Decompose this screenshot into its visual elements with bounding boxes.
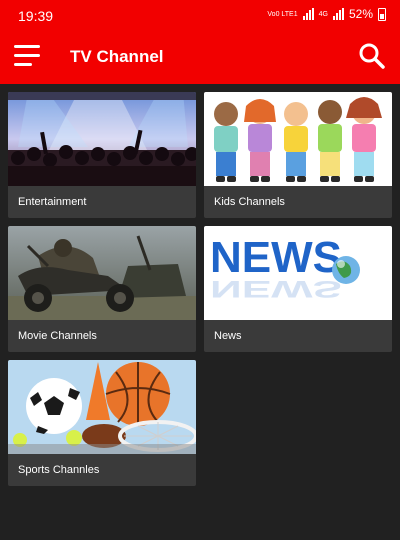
category-label: Movie Channels [18,330,97,342]
status-bar: 19:39 Vo0 LTE1 4G 52% [0,0,400,30]
news-word: NEWS [210,233,342,282]
category-card-news[interactable]: NEWS NEWS News [204,226,392,352]
signal-icon [302,8,314,20]
news-globe-image: NEWS NEWS [204,226,392,320]
sports-balls-image [8,360,196,454]
motorcycle-warrior-image [8,226,196,320]
search-icon[interactable] [358,42,386,70]
category-card-sports-channels[interactable]: Sports Channles [8,360,196,486]
hamburger-menu-icon[interactable] [14,45,40,67]
page-title: TV Channel [70,47,164,66]
signal-icon [332,8,344,20]
battery-icon [378,7,386,21]
category-label: News [214,330,242,342]
network-tag: Vo0 LTE1 [267,10,298,18]
category-label: Kids Channels [214,196,285,208]
category-card-entertainment[interactable]: Entertainment [8,92,196,218]
category-card-kids-channels[interactable]: Kids Channels [204,92,392,218]
news-reflection: NEWS [210,276,342,303]
network-type: 4G [318,10,328,18]
battery-percent: 52% [348,7,373,21]
cartoon-kids-image [204,92,392,186]
status-time: 19:39 [18,8,54,24]
status-icons: Vo0 LTE1 4G 52% [267,7,386,21]
concert-crowd-image [8,92,196,186]
app-bar: TV Channel [0,30,400,84]
category-label: Entertainment [18,196,87,208]
category-label: Sports Channles [18,464,100,476]
category-card-movie-channels[interactable]: Movie Channels [8,226,196,352]
